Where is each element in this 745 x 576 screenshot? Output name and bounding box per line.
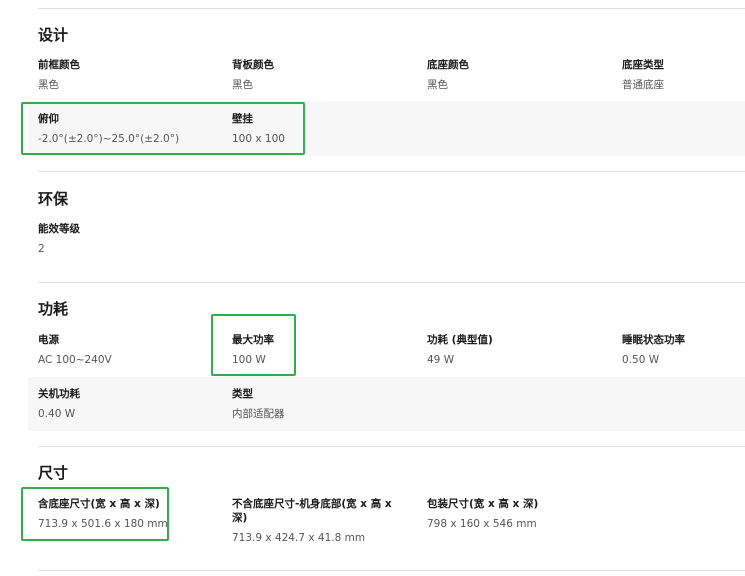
section-divider [38, 8, 745, 9]
spec-power-supply: 电源 AC 100~240V [38, 333, 218, 367]
highlight-box [211, 314, 296, 376]
highlight-box [21, 487, 169, 541]
spec-value: AC 100~240V [38, 354, 112, 366]
section-divider [38, 446, 745, 447]
spec-value: 49 W [427, 354, 455, 366]
section-divider [38, 282, 745, 283]
spec-size-without-stand: 不含底座尺寸-机身底部(宽 x 高 x 深) 713.9 x 424.7 x 4… [232, 497, 404, 545]
spec-label: 前框颜色 [38, 59, 80, 71]
spec-label: 电源 [38, 334, 59, 346]
spec-stand-type: 底座类型 普通底座 [622, 58, 742, 92]
section-title-size: 尺寸 [38, 464, 69, 482]
spec-sleep-power: 睡眠状态功率 0.50 W [622, 333, 742, 367]
spec-value: 黑色 [427, 79, 448, 91]
section-divider [38, 570, 745, 571]
spec-value: 713.9 x 424.7 x 41.8 mm [232, 532, 366, 544]
spec-label: 底座类型 [622, 59, 664, 71]
spec-label: 包装尺寸(宽 x 高 x 深) [427, 498, 539, 510]
spec-stand-color: 底座颜色 黑色 [427, 58, 607, 92]
spec-label: 功耗 (典型值) [427, 334, 493, 346]
spec-typical-power: 功耗 (典型值) 49 W [427, 333, 607, 367]
spec-energy-efficiency-grade: 能效等级 2 [38, 222, 218, 256]
spec-front-frame-color: 前框颜色 黑色 [38, 58, 218, 92]
spec-value: 黑色 [38, 79, 59, 91]
spec-value: 2 [38, 243, 45, 255]
spec-value: 0.50 W [622, 354, 660, 366]
spec-label: 背板颜色 [232, 59, 274, 71]
spec-label: 类型 [232, 388, 253, 400]
spec-label: 底座颜色 [427, 59, 469, 71]
section-title-eco: 环保 [38, 190, 69, 208]
spec-value: 普通底座 [622, 79, 664, 91]
highlight-box [21, 102, 305, 155]
spec-value: 798 x 160 x 546 mm [427, 518, 537, 530]
spec-label: 能效等级 [38, 223, 80, 235]
spec-adapter-type: 类型 内部适配器 [232, 387, 412, 421]
spec-off-power: 关机功耗 0.40 W [38, 387, 218, 421]
spec-label: 不含底座尺寸-机身底部(宽 x 高 x 深) [232, 498, 392, 524]
spec-value: 内部适配器 [232, 408, 285, 420]
spec-package-size: 包装尺寸(宽 x 高 x 深) 798 x 160 x 546 mm [427, 497, 607, 531]
spec-label: 关机功耗 [38, 388, 80, 400]
section-title-design: 设计 [38, 26, 69, 44]
section-divider [38, 171, 745, 172]
spec-value: 黑色 [232, 79, 253, 91]
spec-label: 睡眠状态功率 [622, 334, 685, 346]
spec-back-panel-color: 背板颜色 黑色 [232, 58, 412, 92]
section-title-power: 功耗 [38, 300, 69, 318]
spec-value: 0.40 W [38, 408, 76, 420]
